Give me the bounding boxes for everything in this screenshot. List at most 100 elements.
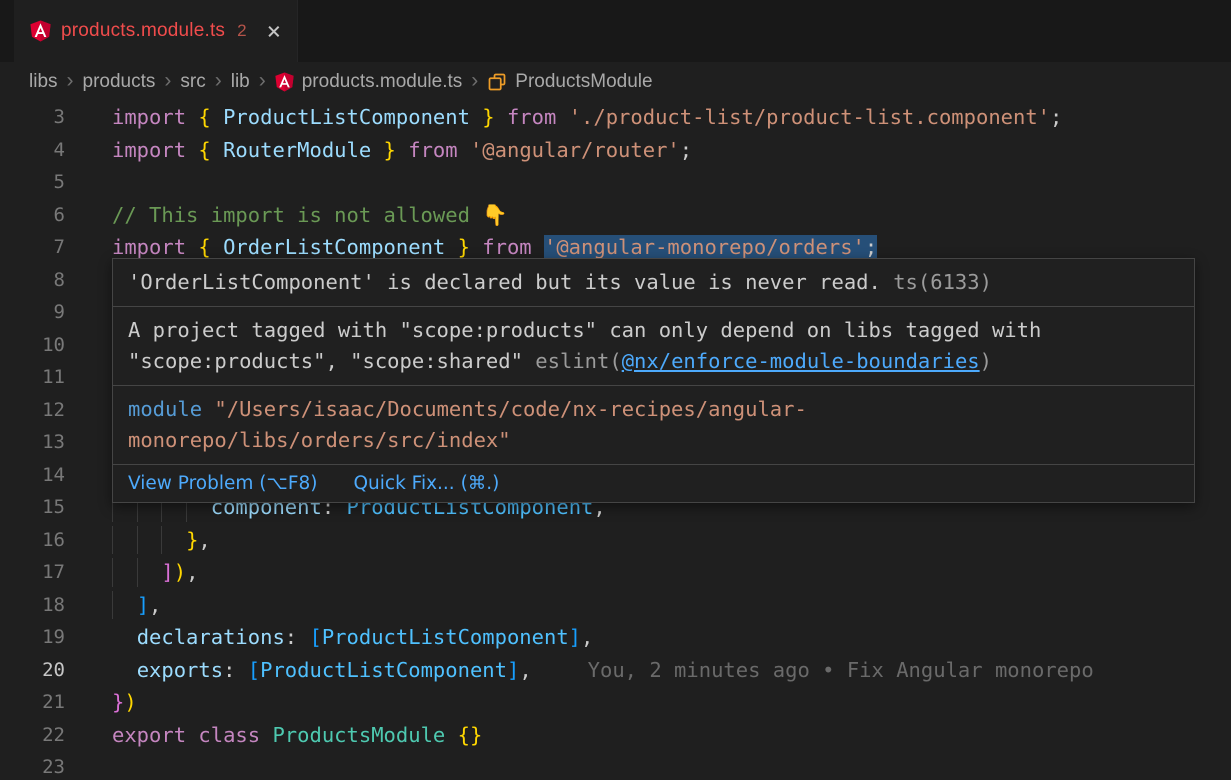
code-token: ] — [569, 625, 581, 649]
indent-guide — [137, 558, 138, 587]
code-line-18[interactable]: 18 ], — [0, 589, 1231, 622]
line-number: 12 — [0, 394, 65, 427]
code-token: } — [112, 690, 124, 714]
module-path-line2: monorepo/libs/orders/src/index" — [128, 428, 511, 452]
line-number: 15 — [0, 491, 65, 524]
code-line-4[interactable]: 4import { RouterModule } from '@angular/… — [0, 134, 1231, 167]
line-number: 19 — [0, 621, 65, 654]
code-token — [186, 138, 198, 162]
code-editor[interactable]: 3 import { ProductListComponent } from '.… — [0, 101, 1231, 780]
code-token — [556, 105, 568, 129]
code-content: import { RouterModule } from '@angular/r… — [112, 134, 692, 167]
view-problem-action[interactable]: View Problem (⌥F8) — [128, 469, 317, 498]
chevron-right-icon: › — [259, 70, 266, 91]
chevron-right-icon: › — [215, 70, 222, 91]
code-token: } — [458, 235, 470, 259]
code-line-23[interactable]: 23 — [0, 751, 1231, 780]
code-line-20[interactable]: 20 exports: [ProductListComponent],You, … — [0, 654, 1231, 687]
code-token — [112, 625, 137, 649]
code-token — [495, 105, 507, 129]
hover-eslint-diagnostic: A project tagged with "scope:products" c… — [113, 306, 1194, 385]
code-line-16[interactable]: 16 }, — [0, 524, 1231, 557]
code-token: '@angular-monorepo/orders' — [544, 235, 865, 259]
code-token: ] — [161, 560, 173, 584]
git-blame-annotation: You, 2 minutes ago • Fix Angular monorep… — [588, 658, 1094, 682]
indent-guide — [112, 526, 113, 555]
code-token — [260, 723, 272, 747]
code-token: from — [507, 105, 556, 129]
chevron-right-icon: › — [67, 70, 74, 91]
eslint-rule-link[interactable]: @nx/enforce-module-boundaries — [622, 349, 980, 373]
hover-status-bar: View Problem (⌥F8) Quick Fix... (⌘.) — [113, 464, 1194, 502]
module-path-line1: "/Users/isaac/Documents/code/nx-recipes/… — [214, 397, 806, 421]
code-line-17[interactable]: 17 ]), — [0, 556, 1231, 589]
code-token: : — [223, 658, 248, 682]
code-line-5[interactable]: 5 — [0, 166, 1231, 199]
code-line-6[interactable]: 6// This import is not allowed 👇 — [0, 199, 1231, 232]
code-content: }, — [112, 524, 211, 557]
code-token: './product-list/product-list.component' — [569, 105, 1050, 129]
breadcrumb-item-symbol[interactable]: ProductsModule — [487, 71, 652, 93]
breadcrumb-item-products[interactable]: products — [83, 71, 156, 93]
hover-ts-diagnostic: 'OrderListComponent' is declared but its… — [113, 259, 1194, 306]
code-token: ProductListComponent — [322, 625, 569, 649]
code-token: , — [581, 625, 593, 649]
code-line-21[interactable]: 21}) — [0, 686, 1231, 719]
indent-guide — [112, 591, 113, 620]
code-token — [458, 138, 470, 162]
code-token: [ — [248, 658, 260, 682]
code-content: exports: [ProductListComponent],You, 2 m… — [112, 654, 1094, 687]
code-line-22[interactable]: 22 export class ProductsModule {} — [0, 719, 1231, 752]
code-token — [470, 235, 482, 259]
breadcrumb-file-label: products.module.ts — [302, 71, 463, 93]
code-token: import — [112, 105, 186, 129]
code-token: , — [198, 528, 210, 552]
close-icon[interactable]: × — [267, 19, 281, 43]
line-number: 21 — [0, 686, 65, 719]
code-token: } — [186, 528, 198, 552]
error-hover-popup: 'OrderListComponent' is declared but its… — [112, 258, 1195, 503]
angular-icon — [30, 20, 51, 42]
error-squiggle: import { OrderListComponent } from '@ang… — [112, 235, 877, 259]
breadcrumb-item-libs[interactable]: libs — [29, 71, 58, 93]
code-content: export class ProductsModule {} — [112, 719, 482, 752]
eslint-source-prefix: eslint( — [535, 349, 621, 373]
code-token: ; — [1050, 105, 1062, 129]
code-token: : — [285, 625, 310, 649]
code-token: } — [482, 105, 494, 129]
line-number: 9 — [0, 296, 65, 329]
quick-fix-action[interactable]: Quick Fix... (⌘.) — [353, 469, 499, 498]
code-token — [396, 138, 408, 162]
breadcrumb: libs › products › src › lib › products.m… — [0, 62, 1231, 101]
line-number: 11 — [0, 361, 65, 394]
code-token — [186, 723, 198, 747]
code-line-3[interactable]: 3 import { ProductListComponent } from '.… — [0, 101, 1231, 134]
code-token — [112, 593, 137, 617]
chevron-right-icon: › — [471, 70, 478, 91]
line-number: 17 — [0, 556, 65, 589]
breadcrumb-item-lib[interactable]: lib — [231, 71, 250, 93]
code-token: ) — [124, 690, 136, 714]
line-number: 5 — [0, 166, 65, 199]
line-number: 22 — [0, 719, 65, 752]
tab-products-module[interactable]: products.module.ts 2 × — [14, 0, 298, 62]
code-token: exports — [137, 658, 223, 682]
code-token: 👇 — [482, 203, 508, 227]
code-content: declarations: [ProductListComponent], — [112, 621, 593, 654]
code-token: ] — [137, 593, 149, 617]
code-content: import { ProductListComponent } from './… — [112, 101, 1062, 134]
code-token: , — [186, 560, 198, 584]
line-number: 3 — [0, 101, 65, 134]
code-token — [445, 723, 457, 747]
code-line-19[interactable]: 19 declarations: [ProductListComponent], — [0, 621, 1231, 654]
code-token: {} — [458, 723, 483, 747]
class-symbol-icon — [487, 72, 507, 92]
code-token: import — [112, 235, 186, 259]
line-number: 10 — [0, 329, 65, 362]
line-number: 23 — [0, 751, 65, 780]
code-token: ; — [865, 235, 877, 259]
breadcrumb-item-src[interactable]: src — [180, 71, 205, 93]
breadcrumb-symbol-label: ProductsModule — [515, 71, 652, 93]
breadcrumb-item-file[interactable]: products.module.ts — [275, 71, 463, 93]
code-token: , — [149, 593, 161, 617]
